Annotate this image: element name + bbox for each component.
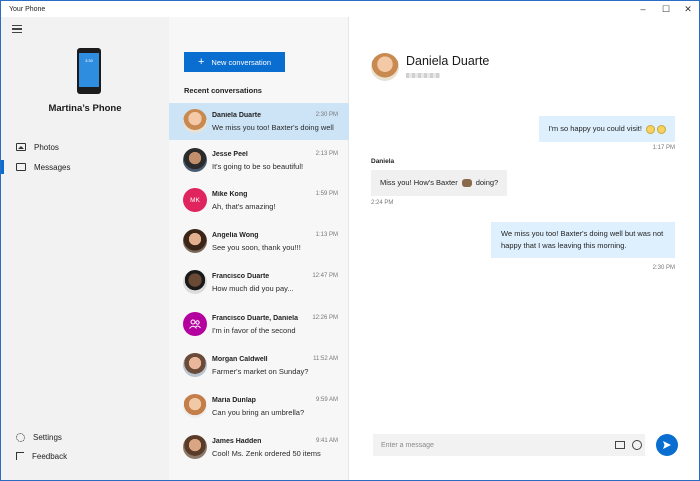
nav-item-label: Settings	[33, 432, 62, 442]
recent-conversations-heading: Recent conversations	[184, 86, 262, 95]
conversation-preview: Ah, that's amazing!	[212, 202, 276, 211]
message-text: I'm so happy you could visit!	[548, 124, 642, 133]
conversation-name: Francisco Duarte	[212, 273, 270, 280]
avatar: MK	[183, 188, 207, 212]
conversation-list-pane: + New conversation Recent conversations …	[169, 17, 349, 480]
nav-item-settings[interactable]: Settings	[1, 427, 169, 447]
phone-image: 3:30	[77, 48, 101, 94]
conversation-name: Jesse Peel	[212, 151, 248, 158]
conversation-preview: I'm in favor of the second	[212, 326, 296, 335]
contact-name: Daniela Duarte	[406, 54, 490, 68]
avatar	[183, 435, 207, 459]
conversation-time: 2:13 PM	[315, 151, 338, 157]
avatar	[183, 353, 207, 377]
conversation-preview: How much did you pay...	[212, 284, 294, 293]
hamburger-menu-icon[interactable]	[12, 25, 22, 33]
message-sender: Daniela	[371, 158, 395, 165]
emoji-icon[interactable]	[632, 440, 642, 450]
window-title: Your Phone	[9, 5, 46, 13]
message-timestamp: 2:30 PM	[652, 265, 675, 271]
message-input[interactable]	[373, 434, 603, 456]
smiley-emoji-icon	[646, 124, 655, 134]
contact-avatar	[371, 53, 399, 81]
navigation-pane: 3:30 Martina’s Phone Photos Messages Set…	[1, 17, 169, 480]
minimize-button[interactable]: –	[632, 1, 654, 17]
chat-pane: Daniela Duarte I'm so happy you could vi…	[349, 17, 699, 480]
message-timestamp: 2:24 PM	[371, 200, 394, 206]
group-icon	[189, 319, 201, 329]
conversation-time: 12:47 PM	[312, 273, 338, 279]
smiley-emoji-icon	[657, 124, 666, 134]
conversation-time: 11:52 AM	[313, 356, 338, 362]
avatar	[183, 229, 207, 253]
nav-item-label: Messages	[34, 162, 71, 172]
conversation-item[interactable]: Francisco Duarte 12:47 PM How much did y…	[169, 264, 349, 301]
conversation-name: Mike Kong	[212, 191, 248, 198]
title-bar: Your Phone – ☐ ✕	[1, 1, 699, 17]
avatar	[183, 109, 207, 133]
conversation-time: 1:13 PM	[315, 232, 338, 238]
message-text: Miss you! How's Baxter	[380, 178, 458, 187]
message-text: We miss you too! Baxter's doing well but…	[501, 229, 664, 250]
conversation-preview: Farmer's market on Sunday?	[212, 367, 309, 376]
conversation-name: Angelia Wong	[212, 232, 259, 239]
send-button[interactable]	[656, 434, 678, 456]
maximize-button[interactable]: ☐	[655, 1, 677, 17]
nav-item-label: Photos	[34, 142, 59, 152]
phone-screen-time: 3:30	[79, 53, 99, 87]
conversation-item[interactable]: MK Mike Kong 1:59 PM Ah, that's amazing!	[169, 182, 349, 219]
message-text: doing?	[475, 178, 499, 187]
incoming-message: Miss you! How's Baxter doing?	[371, 170, 508, 196]
conversation-time: 2:30 PM	[315, 112, 338, 118]
avatar	[183, 394, 207, 418]
phone-name: Martina’s Phone	[48, 103, 122, 114]
avatar	[183, 148, 207, 172]
gear-icon	[16, 432, 25, 442]
nav-item-photos[interactable]: Photos	[1, 137, 169, 157]
conversation-name: Francisco Duarte, Daniela	[212, 315, 298, 322]
contact-phone-number-blurred	[406, 73, 440, 78]
nav-item-messages[interactable]: Messages	[1, 157, 169, 177]
conversation-item[interactable]: Angelia Wong 1:13 PM See you soon, thank…	[169, 223, 349, 260]
conversation-preview: Cool! Ms. Zenk ordered 50 items	[212, 449, 321, 458]
new-conversation-label: New conversation	[211, 57, 272, 67]
outgoing-message: I'm so happy you could visit!	[539, 116, 675, 142]
nav-item-feedback[interactable]: Feedback	[1, 446, 169, 466]
nav-item-label: Feedback	[32, 451, 68, 461]
send-icon	[663, 441, 671, 449]
conversation-time: 12:26 PM	[312, 315, 338, 321]
conversation-name: Morgan Caldwell	[212, 356, 268, 363]
messages-icon	[16, 163, 26, 171]
message-compose-box	[373, 434, 645, 456]
close-button[interactable]: ✕	[677, 1, 699, 17]
message-timestamp: 1:17 PM	[652, 145, 675, 151]
conversation-name: James Hadden	[212, 438, 262, 445]
conversation-name: Maria Dunlap	[212, 397, 256, 404]
new-conversation-button[interactable]: + New conversation	[184, 52, 285, 72]
conversation-preview: Can you bring an umbrella?	[212, 408, 305, 417]
conversation-item[interactable]: Daniela Duarte 2:30 PM We miss you too! …	[169, 103, 349, 140]
conversation-item[interactable]: Jesse Peel 2:13 PM It's going to be so b…	[169, 142, 349, 179]
conversation-item[interactable]: James Hadden 9:41 AM Cool! Ms. Zenk orde…	[169, 429, 349, 466]
dog-emoji-icon	[461, 179, 472, 188]
conversation-time: 9:41 AM	[315, 438, 338, 444]
conversation-preview: It's going to be so beautiful!	[212, 162, 304, 171]
conversation-time: 1:59 PM	[315, 191, 338, 197]
conversation-item[interactable]: Francisco Duarte, Daniela 12:26 PM I'm i…	[169, 306, 349, 343]
outgoing-message: We miss you too! Baxter's doing well but…	[491, 222, 675, 258]
photos-icon	[16, 143, 26, 151]
app-window: Your Phone – ☐ ✕ 3:30 Martina’s Phone Ph…	[0, 0, 700, 481]
conversation-time: 9:59 AM	[315, 397, 338, 403]
conversation-preview: See you soon, thank you!!!	[212, 243, 301, 252]
image-attach-icon[interactable]	[615, 441, 625, 449]
avatar	[183, 312, 207, 336]
avatar	[183, 270, 207, 294]
conversation-name: Daniela Duarte	[212, 112, 262, 119]
conversation-preview: We miss you too! Baxter's doing well	[212, 123, 334, 132]
feedback-icon	[16, 452, 24, 460]
plus-icon: +	[197, 55, 205, 68]
conversation-item[interactable]: Maria Dunlap 9:59 AM Can you bring an um…	[169, 388, 349, 425]
conversation-item[interactable]: Morgan Caldwell 11:52 AM Farmer's market…	[169, 347, 349, 384]
